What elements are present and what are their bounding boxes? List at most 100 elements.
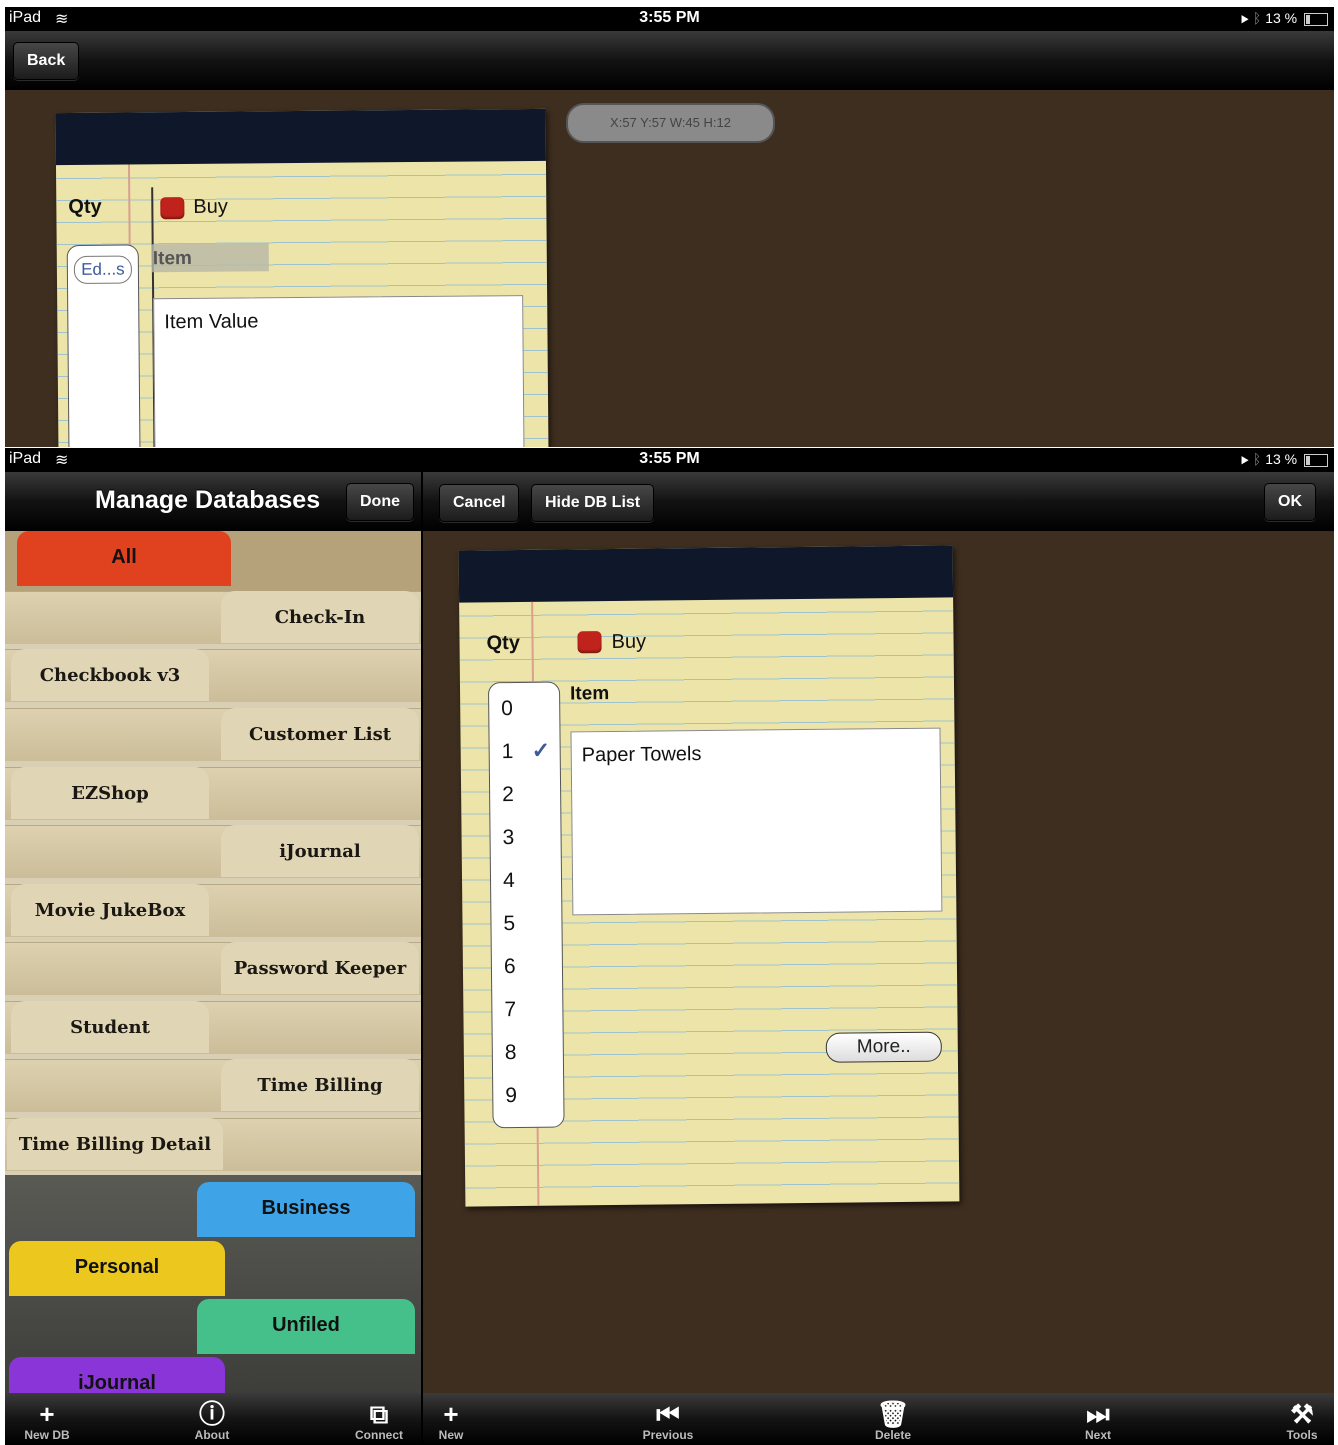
qty-label: Qty — [68, 195, 102, 219]
battery-icon — [1304, 12, 1328, 26]
category-label: All — [111, 546, 137, 568]
record-navbar: Cancel Hide DB List OK — [423, 472, 1334, 531]
qty-option[interactable]: 5 — [489, 683, 559, 935]
database-label: iJournal — [279, 841, 361, 862]
back-button[interactable]: Back — [13, 42, 80, 80]
notepad-binding-bottom — [458, 545, 954, 603]
database-item[interactable]: Movie JukeBox — [11, 884, 209, 936]
database-item[interactable]: Customer List — [221, 708, 419, 760]
plus-icon: + — [39, 1399, 55, 1429]
new-record-label: New — [438, 1428, 464, 1442]
database-item[interactable]: Time Billing — [221, 1059, 419, 1111]
database-item[interactable]: Password Keeper — [221, 942, 419, 994]
next-icon: ⏭ — [1086, 1399, 1110, 1429]
item-value-text: Item Value — [164, 310, 259, 334]
qty-option[interactable]: 1 ✓ — [489, 683, 559, 764]
database-item[interactable]: iJournal — [221, 825, 419, 877]
category-tab-ijournal[interactable]: iJournal — [9, 1357, 225, 1393]
connect-icon: ⧉ — [369, 1399, 389, 1429]
edit-chip-label: Ed...s — [81, 259, 125, 279]
top-navbar: Back — [5, 31, 1334, 90]
qty-option[interactable]: 6 — [489, 683, 559, 978]
qty-option[interactable]: 0 — [489, 683, 559, 720]
status-bar: iPad ≋ 3:55 PM ▶ ᛒ 13 % — [5, 7, 1334, 31]
checkmark-icon: ✓ — [531, 737, 551, 763]
new-db-button[interactable]: + New DB — [15, 1393, 79, 1441]
about-button[interactable]: ⓘ About — [185, 1393, 239, 1441]
status-right-bottom: ▶ ᛒ 13 % — [1241, 451, 1328, 467]
tools-button[interactable]: ⚒ Tools — [1279, 1393, 1325, 1441]
record-toolbar: + New ⏮ Previous 🗑 Delete ⏭ Next ⚒ Tools — [423, 1393, 1334, 1445]
done-button[interactable]: Done — [346, 483, 414, 521]
trash-icon: 🗑 — [876, 1399, 910, 1429]
connect-label: Connect — [355, 1428, 403, 1442]
qty-field-outline[interactable]: Ed...s — [66, 244, 141, 447]
database-item[interactable]: Student — [11, 1001, 209, 1053]
item-value-field[interactable]: Item Value — [153, 295, 525, 447]
category-tab-personal[interactable]: Personal — [9, 1241, 225, 1296]
qty-option[interactable]: 7 — [489, 683, 559, 1021]
next-button[interactable]: ⏭ Next — [1073, 1393, 1123, 1441]
qty-option[interactable]: 9 — [489, 683, 559, 1107]
previous-button[interactable]: ⏮ Previous — [633, 1393, 703, 1441]
category-tab-unfiled[interactable]: Unfiled — [197, 1299, 415, 1354]
qty-label-bottom: Qty — [486, 631, 521, 655]
buy-checkbox[interactable] — [160, 197, 185, 220]
database-label: Student — [70, 1017, 150, 1038]
info-icon: ⓘ — [198, 1399, 225, 1429]
connect-button[interactable]: ⧉ Connect — [349, 1393, 409, 1441]
ok-button[interactable]: OK — [1264, 483, 1316, 521]
new-record-button[interactable]: + New — [431, 1393, 471, 1441]
category-label: Business — [261, 1197, 351, 1219]
top-notepad: Qty Buy Ed...s Item Item Value — [55, 108, 549, 447]
qty-option[interactable]: 8 — [489, 683, 559, 1064]
category-label: Unfiled — [272, 1314, 340, 1336]
new-db-label: New DB — [24, 1428, 70, 1442]
next-label: Next — [1084, 1428, 1111, 1442]
item-value-field-bottom[interactable]: Paper Towels — [570, 727, 943, 916]
edit-chip[interactable]: Ed...s — [73, 255, 133, 284]
database-item[interactable]: Checkbook v3 — [11, 649, 209, 701]
item-label: Item — [152, 247, 192, 270]
status-bar-bottom: iPad ≋ 3:55 PM ▶ ᛒ 13 % — [5, 448, 1334, 472]
qty-option[interactable]: 4 — [489, 683, 559, 892]
status-right: ▶ ᛒ 13 % — [1241, 10, 1328, 26]
more-button[interactable]: More.. — [825, 1031, 942, 1063]
database-label: Customer List — [248, 724, 392, 745]
battery-icon-bottom — [1304, 453, 1328, 467]
hide-db-list-button[interactable]: Hide DB List — [531, 484, 655, 522]
database-label: Check-In — [274, 607, 366, 628]
status-time: 3:55 PM — [639, 9, 700, 26]
cancel-button[interactable]: Cancel — [439, 484, 520, 522]
item-value-text-bottom: Paper Towels — [581, 743, 702, 767]
database-item[interactable]: EZShop — [11, 767, 209, 819]
tools-icon: ⚒ — [1290, 1399, 1314, 1429]
qty-picker[interactable]: 0 1 ✓ 2 3 4 5 6 7 8 9 — [487, 681, 565, 1129]
about-label: About — [194, 1428, 230, 1442]
previous-label: Previous — [642, 1428, 694, 1442]
database-toolbar: + New DB ⓘ About ⧉ Connect — [5, 1393, 421, 1445]
database-label: Password Keeper — [233, 958, 407, 979]
bluetooth-icon-bottom: ᛒ — [1252, 451, 1262, 467]
status-time-bottom: 3:55 PM — [639, 450, 700, 467]
database-label: Time Billing Detail — [18, 1134, 212, 1155]
database-item[interactable]: Check-In — [221, 591, 419, 643]
database-label: Time Billing — [257, 1075, 383, 1096]
top-screen: iPad ≋ 3:55 PM ▶ ᛒ 13 % Back X:57 Y:57 W… — [5, 7, 1334, 447]
manage-databases-title: Manage Databases — [95, 486, 321, 514]
qty-option[interactable]: 2 — [489, 683, 559, 806]
pane-divider — [421, 472, 423, 1445]
category-label: Personal — [74, 1256, 160, 1278]
category-tab-business[interactable]: Business — [197, 1182, 415, 1237]
delete-button[interactable]: 🗑 Delete — [863, 1393, 923, 1441]
category-label: iJournal — [78, 1372, 156, 1393]
category-tab-all[interactable]: All — [17, 531, 231, 586]
battery-percent-bottom: 13 % — [1265, 451, 1298, 467]
buy-checkbox-bottom[interactable] — [577, 631, 602, 654]
buy-label: Buy — [193, 195, 228, 218]
play-icon-bottom: ▶ — [1240, 451, 1249, 467]
play-icon: ▶ — [1240, 10, 1249, 26]
qty-option[interactable]: 3 — [489, 683, 559, 849]
more-button-label: More.. — [856, 1035, 911, 1058]
database-item[interactable]: Time Billing Detail — [7, 1118, 223, 1170]
